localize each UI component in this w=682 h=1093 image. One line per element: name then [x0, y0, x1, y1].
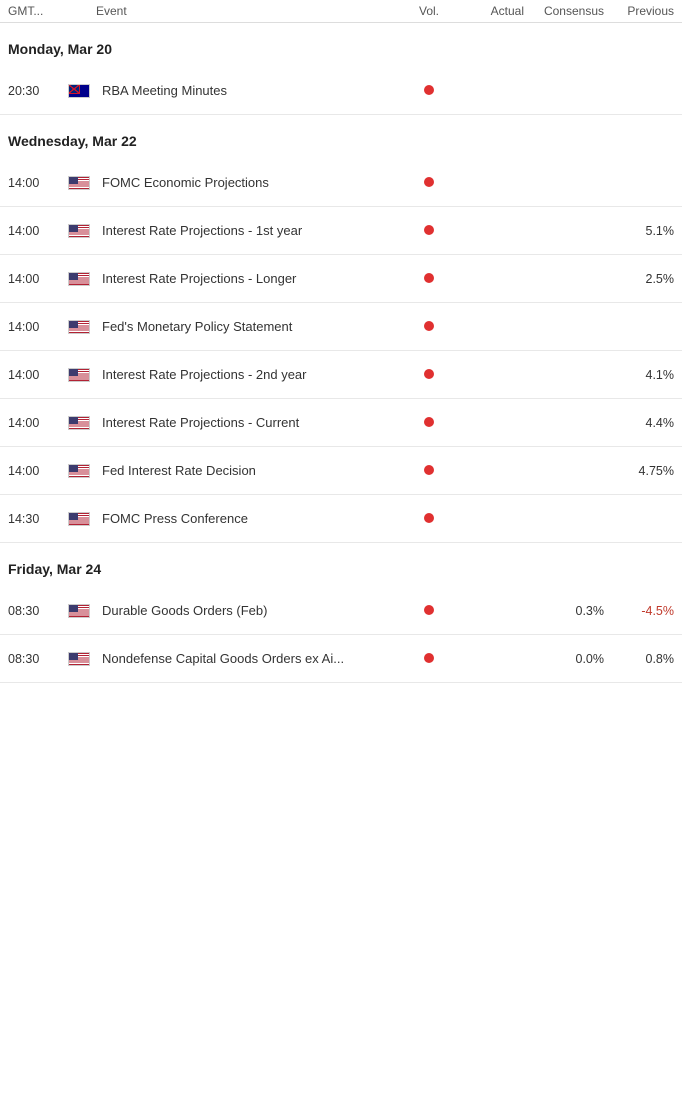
event-time: 14:30 — [8, 512, 68, 526]
volatility-cell — [404, 319, 454, 334]
flag-cell — [68, 368, 96, 382]
table-row[interactable]: 14:00 Fed's Monetary Policy Statement — [0, 303, 682, 351]
table-row[interactable]: 14:00 Interest Rate Projections - 1st yea… — [0, 207, 682, 255]
previous-value: -4.5% — [604, 604, 674, 618]
flag-cell — [68, 176, 96, 190]
volatility-cell — [404, 367, 454, 382]
us-flag-icon — [68, 416, 90, 430]
us-flag-icon — [68, 176, 90, 190]
us-flag-icon — [68, 224, 90, 238]
date-group-header: Monday, Mar 20 — [0, 23, 682, 67]
event-name: Interest Rate Projections - 1st year — [96, 223, 404, 238]
flag-cell — [68, 224, 96, 238]
high-volatility-dot — [424, 513, 434, 523]
header-gmt: GMT... — [8, 4, 68, 18]
previous-value: 4.1% — [604, 368, 674, 382]
event-name: Fed's Monetary Policy Statement — [96, 319, 404, 334]
us-flag-icon — [68, 272, 90, 286]
date-group-header: Friday, Mar 24 — [0, 543, 682, 587]
high-volatility-dot — [424, 225, 434, 235]
table-header: GMT... Event Vol. Actual Consensus Previ… — [0, 0, 682, 23]
volatility-cell — [404, 511, 454, 526]
high-volatility-dot — [424, 653, 434, 663]
table-row[interactable]: 08:30 Nondefense Capital Goods Orders ex … — [0, 635, 682, 683]
consensus-value: 0.3% — [524, 604, 604, 618]
high-volatility-dot — [424, 177, 434, 187]
previous-value: 5.1% — [604, 224, 674, 238]
au-flag-icon — [68, 84, 90, 98]
volatility-cell — [404, 651, 454, 666]
high-volatility-dot — [424, 369, 434, 379]
event-name: FOMC Press Conference — [96, 511, 404, 526]
previous-value: 4.75% — [604, 464, 674, 478]
table-row[interactable]: 14:00 Interest Rate Projections - 2nd yea… — [0, 351, 682, 399]
event-time: 14:00 — [8, 320, 68, 334]
header-event: Event — [96, 4, 404, 18]
us-flag-icon — [68, 320, 90, 334]
event-name: Fed Interest Rate Decision — [96, 463, 404, 478]
event-name: Interest Rate Projections - Current — [96, 415, 404, 430]
event-time: 14:00 — [8, 272, 68, 286]
flag-cell — [68, 604, 96, 618]
flag-cell — [68, 84, 96, 98]
us-flag-icon — [68, 512, 90, 526]
us-flag-icon — [68, 368, 90, 382]
event-name: Interest Rate Projections - 2nd year — [96, 367, 404, 382]
event-name: FOMC Economic Projections — [96, 175, 404, 190]
table-row[interactable]: 14:30 FOMC Press Conference — [0, 495, 682, 543]
table-row[interactable]: 14:00 Fed Interest Rate Decision 4.75% — [0, 447, 682, 495]
volatility-cell — [404, 223, 454, 238]
event-time: 08:30 — [8, 652, 68, 666]
event-time: 14:00 — [8, 368, 68, 382]
event-name: RBA Meeting Minutes — [96, 83, 404, 98]
event-time: 14:00 — [8, 464, 68, 478]
volatility-cell — [404, 603, 454, 618]
table-container: GMT... Event Vol. Actual Consensus Previ… — [0, 0, 682, 683]
header-actual: Actual — [454, 4, 524, 18]
header-vol: Vol. — [404, 4, 454, 18]
high-volatility-dot — [424, 85, 434, 95]
high-volatility-dot — [424, 465, 434, 475]
table-row[interactable]: 20:30 RBA Meeting Minutes — [0, 67, 682, 115]
volatility-cell — [404, 463, 454, 478]
event-name: Durable Goods Orders (Feb) — [96, 603, 404, 618]
event-name: Interest Rate Projections - Longer — [96, 271, 404, 286]
event-time: 08:30 — [8, 604, 68, 618]
header-previous: Previous — [604, 4, 674, 18]
us-flag-icon — [68, 652, 90, 666]
date-group-header: Wednesday, Mar 22 — [0, 115, 682, 159]
us-flag-icon — [68, 464, 90, 478]
table-row[interactable]: 08:30 Durable Goods Orders (Feb) 0.3%-4.5% — [0, 587, 682, 635]
event-time: 20:30 — [8, 84, 68, 98]
flag-cell — [68, 512, 96, 526]
high-volatility-dot — [424, 605, 434, 615]
flag-cell — [68, 464, 96, 478]
volatility-cell — [404, 271, 454, 286]
flag-cell — [68, 416, 96, 430]
event-time: 14:00 — [8, 416, 68, 430]
flag-cell — [68, 272, 96, 286]
table-row[interactable]: 14:00 Interest Rate Projections - Current… — [0, 399, 682, 447]
high-volatility-dot — [424, 321, 434, 331]
event-time: 14:00 — [8, 224, 68, 238]
volatility-cell — [404, 83, 454, 98]
previous-value: 0.8% — [604, 652, 674, 666]
volatility-cell — [404, 415, 454, 430]
flag-cell — [68, 320, 96, 334]
us-flag-icon — [68, 604, 90, 618]
event-name: Nondefense Capital Goods Orders ex Ai... — [96, 651, 404, 666]
high-volatility-dot — [424, 273, 434, 283]
table-row[interactable]: 14:00 FOMC Economic Projections — [0, 159, 682, 207]
previous-value: 4.4% — [604, 416, 674, 430]
previous-value: 2.5% — [604, 272, 674, 286]
flag-cell — [68, 652, 96, 666]
consensus-value: 0.0% — [524, 652, 604, 666]
event-time: 14:00 — [8, 176, 68, 190]
volatility-cell — [404, 175, 454, 190]
high-volatility-dot — [424, 417, 434, 427]
table-row[interactable]: 14:00 Interest Rate Projections - Longer 2… — [0, 255, 682, 303]
groups-container: Monday, Mar 20 20:30 RBA Meeting Minutes We… — [0, 23, 682, 683]
header-consensus: Consensus — [524, 4, 604, 18]
